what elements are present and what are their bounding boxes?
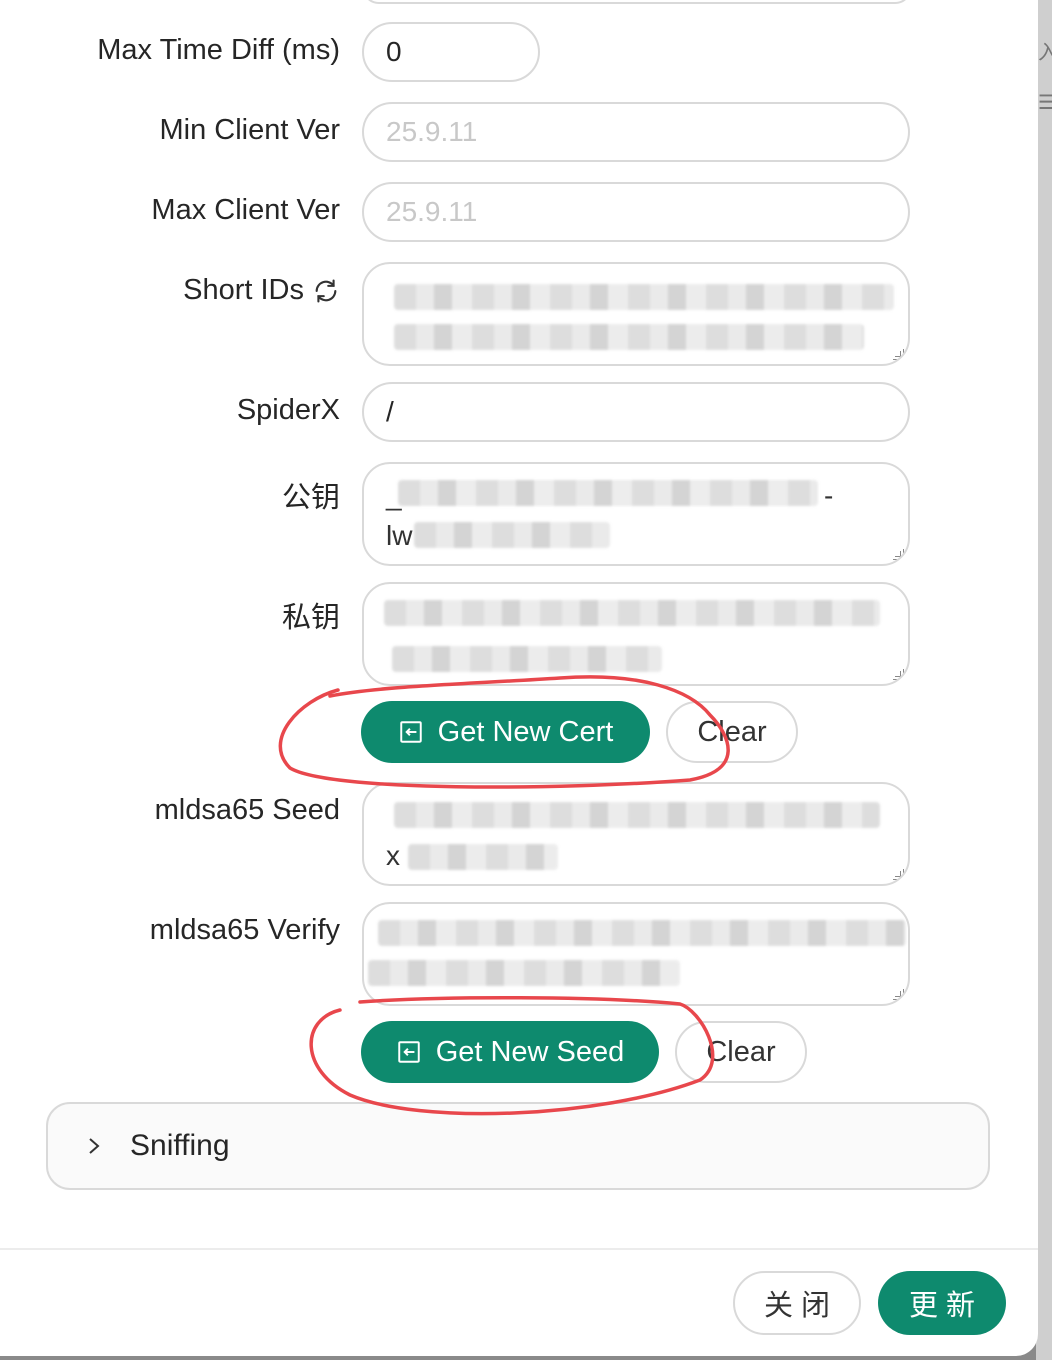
import-icon [397, 1041, 420, 1063]
resize-handle[interactable] [893, 349, 904, 360]
redacted-text [398, 480, 818, 506]
redacted-text [378, 920, 906, 946]
spiderx-input[interactable]: / [362, 382, 910, 442]
get-new-seed-label: Get New Seed [435, 1035, 625, 1068]
backdrop: 入 ☰ [1036, 0, 1052, 1360]
max-client-ver-input[interactable]: 25.9.11 [362, 182, 910, 242]
redacted-text [368, 960, 680, 986]
inbound-modal: Max Time Diff (ms) 0 Min Client Ver 25.9… [0, 0, 1038, 1356]
get-new-seed-button[interactable]: Get New Seed [361, 1021, 659, 1083]
previous-field[interactable] [362, 0, 912, 4]
clear-cert-button[interactable]: Clear [666, 701, 798, 763]
backdrop-glyph: 入 [1038, 42, 1052, 64]
menu-icon: ☰ [1038, 92, 1052, 114]
mldsa65-seed-label: mldsa65 Seed [154, 794, 340, 826]
public-key-visible-line2: lw [386, 520, 413, 551]
private-key-label: 私钥 [281, 602, 340, 634]
public-key-visible-end: - [824, 480, 834, 511]
min-client-ver-label: Min Client Ver [159, 114, 340, 146]
get-new-cert-button[interactable]: Get New Cert [361, 701, 650, 763]
clear-seed-button[interactable]: Clear [675, 1021, 807, 1083]
redacted-text [392, 646, 662, 672]
public-key-label: 公钥 [281, 482, 340, 514]
max-time-diff-label: Max Time Diff (ms) [97, 34, 340, 66]
sniffing-title: Sniffing [130, 1129, 230, 1162]
mldsa65-verify-textarea[interactable] [362, 902, 910, 1006]
mldsa65-verify-label: mldsa65 Verify [149, 914, 340, 946]
redacted-text [394, 802, 880, 828]
short-ids-label-text: Short IDs [183, 274, 304, 306]
footer-divider [0, 1248, 1038, 1250]
resize-handle[interactable] [893, 989, 904, 1000]
redacted-text [394, 324, 864, 350]
resize-handle[interactable] [893, 669, 904, 680]
resize-handle[interactable] [893, 549, 904, 560]
redacted-text [394, 284, 894, 310]
short-ids-textarea[interactable] [362, 262, 910, 366]
max-time-diff-input[interactable]: 0 [362, 22, 540, 82]
mldsa65-seed-visible-start: x [386, 840, 400, 871]
public-key-textarea[interactable]: _ - lw [362, 462, 910, 566]
redacted-text [414, 522, 610, 548]
redacted-text [408, 844, 558, 870]
chevron-right-icon [89, 1138, 100, 1154]
spiderx-label: SpiderX [236, 394, 340, 426]
redacted-text [384, 600, 880, 626]
import-icon [399, 721, 422, 743]
get-new-cert-label: Get New Cert [437, 715, 614, 748]
sniffing-collapse[interactable]: Sniffing [46, 1102, 990, 1190]
mldsa65-seed-textarea[interactable]: x [362, 782, 910, 886]
private-key-textarea[interactable] [362, 582, 910, 686]
max-client-ver-label: Max Client Ver [151, 194, 340, 226]
close-button[interactable]: 关 闭 [733, 1271, 861, 1335]
update-button[interactable]: 更 新 [878, 1271, 1006, 1335]
short-ids-label: Short IDs [183, 274, 340, 307]
refresh-icon[interactable] [312, 277, 340, 305]
resize-handle[interactable] [893, 869, 904, 880]
min-client-ver-input[interactable]: 25.9.11 [362, 102, 910, 162]
